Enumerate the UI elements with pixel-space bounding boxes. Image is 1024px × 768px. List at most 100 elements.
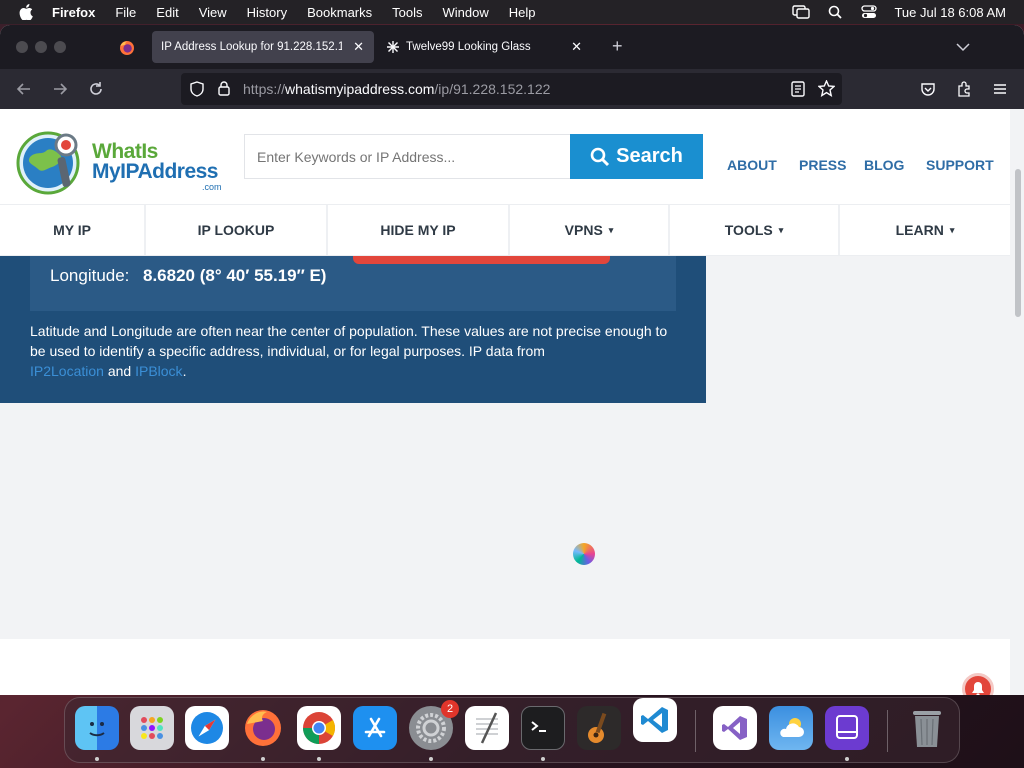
link-ipblock[interactable]: IPBlock [135, 363, 182, 379]
nav-label: HIDE MY IP [380, 222, 456, 238]
url-bar[interactable]: https://whatismyipaddress.com/ip/91.228.… [181, 73, 842, 105]
menu-view[interactable]: View [199, 5, 227, 20]
site-logo[interactable]: WhatIs MyIPAddress .com [16, 127, 226, 199]
main-nav: MY IP IP LOOKUP HIDE MY IP VPNS ▾ TOOLS ▾ … [0, 204, 1010, 256]
url-scheme: https:// [243, 81, 286, 97]
vscode-icon[interactable] [633, 698, 677, 742]
nav-label: IP LOOKUP [197, 222, 275, 238]
search-button[interactable]: Search [570, 134, 703, 179]
link-press[interactable]: PRESS [799, 157, 846, 173]
caret-down-icon: ▾ [608, 224, 614, 235]
terminal-icon[interactable] [521, 706, 565, 750]
link-blog[interactable]: BLOG [864, 157, 904, 173]
safari-icon[interactable] [185, 706, 229, 750]
map-button-edge[interactable] [353, 256, 610, 264]
nav-my-ip[interactable]: MY IP [0, 205, 146, 255]
disclaimer-period: . [182, 363, 187, 379]
system-settings-icon[interactable]: 2 [409, 700, 459, 750]
simulator-running-dot [845, 757, 849, 761]
menu-help[interactable]: Help [509, 5, 536, 20]
visual-studio-icon[interactable] [713, 706, 757, 750]
dock-separator [695, 710, 696, 752]
new-tab-button[interactable]: + [612, 37, 623, 55]
link-about[interactable]: ABOUT [727, 157, 777, 173]
logo-text-com: .com [202, 182, 222, 192]
back-arrow-icon[interactable] [14, 79, 34, 99]
loading-spinner-icon [573, 543, 595, 565]
weather-icon[interactable] [769, 706, 813, 750]
pocket-icon[interactable] [918, 79, 938, 99]
menu-file[interactable]: File [115, 5, 136, 20]
menu-history[interactable]: History [247, 5, 287, 20]
tab-ip-lookup[interactable]: IP Address Lookup for 91.228.152.122 ✕ [152, 31, 374, 63]
url-text[interactable]: https://whatismyipaddress.com/ip/91.228.… [243, 81, 550, 97]
tab-close-icon[interactable]: ✕ [353, 39, 364, 55]
caret-down-icon: ▾ [778, 224, 784, 235]
forward-arrow-icon[interactable] [50, 79, 70, 99]
nav-tools[interactable]: TOOLS ▾ [670, 205, 840, 255]
window-minimize-button[interactable] [35, 41, 47, 53]
geolocation-disclaimer: Latitude and Longitude are often near th… [30, 321, 670, 381]
bookmark-star-icon[interactable] [817, 79, 836, 102]
extensions-puzzle-icon[interactable] [954, 79, 974, 99]
lock-icon[interactable] [217, 80, 231, 101]
menu-bookmarks[interactable]: Bookmarks [307, 5, 372, 20]
nav-learn[interactable]: LEARN ▾ [840, 205, 1010, 255]
url-path: /ip/91.228.152.122 [434, 81, 551, 97]
tab-twelve99[interactable]: Twelve99 Looking Glass ✕ [380, 31, 592, 63]
globe-magnifier-logo-icon [16, 131, 80, 195]
link-ip2location[interactable]: IP2Location [30, 363, 104, 379]
geolocation-panel: Longitude: 8.6820 (8° 40′ 55.19″ E) Lati… [0, 256, 706, 403]
dock: 2 [64, 697, 960, 763]
nav-label: LEARN [895, 222, 944, 238]
menubar-clock[interactable]: Tue Jul 18 6:08 AM [894, 5, 1006, 20]
dock-separator [887, 710, 888, 752]
simulator-icon[interactable] [825, 706, 869, 750]
firefox-icon [120, 41, 134, 55]
link-support[interactable]: SUPPORT [926, 157, 994, 173]
textedit-icon[interactable] [465, 706, 509, 750]
scrollbar-thumb[interactable] [1015, 169, 1021, 317]
hamburger-menu-icon[interactable] [990, 79, 1010, 99]
list-all-tabs-chevron-icon[interactable] [956, 39, 970, 57]
nav-label: MY IP [53, 222, 91, 238]
bell-icon [972, 682, 984, 695]
longitude-label: Longitude: [50, 266, 130, 285]
launchpad-icon[interactable] [130, 706, 174, 750]
screen-mirroring-icon[interactable] [792, 5, 811, 19]
terminal-running-dot [541, 757, 545, 761]
browser-window: IP Address Lookup for 91.228.152.122 ✕ T… [0, 25, 1024, 695]
page-scrollbar[interactable] [1012, 109, 1024, 695]
nav-ip-lookup[interactable]: IP LOOKUP [146, 205, 328, 255]
firefox-dock-icon[interactable] [241, 706, 285, 750]
menu-edit[interactable]: Edit [156, 5, 178, 20]
spotlight-search-icon[interactable] [826, 5, 844, 19]
search-button-label: Search [616, 145, 683, 167]
window-close-button[interactable] [16, 41, 28, 53]
window-zoom-button[interactable] [54, 41, 66, 53]
reload-icon[interactable] [86, 79, 106, 99]
finder-icon[interactable] [75, 706, 119, 750]
settings-running-dot [429, 757, 433, 761]
reader-view-icon[interactable] [791, 81, 805, 102]
tracking-protection-shield-icon[interactable] [189, 81, 205, 102]
nav-hide-my-ip[interactable]: HIDE MY IP [328, 205, 510, 255]
tab-bar: IP Address Lookup for 91.228.152.122 ✕ T… [0, 25, 1024, 69]
chrome-icon[interactable] [297, 706, 341, 750]
tab-close-icon[interactable]: ✕ [571, 39, 582, 55]
menu-window[interactable]: Window [443, 5, 489, 20]
app-store-icon[interactable] [353, 706, 397, 750]
site-header: WhatIs MyIPAddress .com Search ABOUT PRE… [0, 109, 1010, 204]
nav-label: TOOLS [724, 222, 773, 238]
search-icon [590, 147, 610, 166]
menu-app-name[interactable]: Firefox [52, 5, 95, 20]
trash-icon[interactable] [905, 706, 949, 750]
garageband-icon[interactable] [577, 706, 621, 750]
tab-title: Twelve99 Looking Glass [406, 41, 531, 53]
menu-tools[interactable]: Tools [392, 5, 422, 20]
search-input[interactable] [244, 134, 571, 179]
nav-vpns[interactable]: VPNS ▾ [510, 205, 670, 255]
control-center-icon[interactable] [860, 5, 878, 19]
apple-icon[interactable] [18, 4, 34, 20]
firefox-view-tab[interactable] [112, 35, 142, 61]
